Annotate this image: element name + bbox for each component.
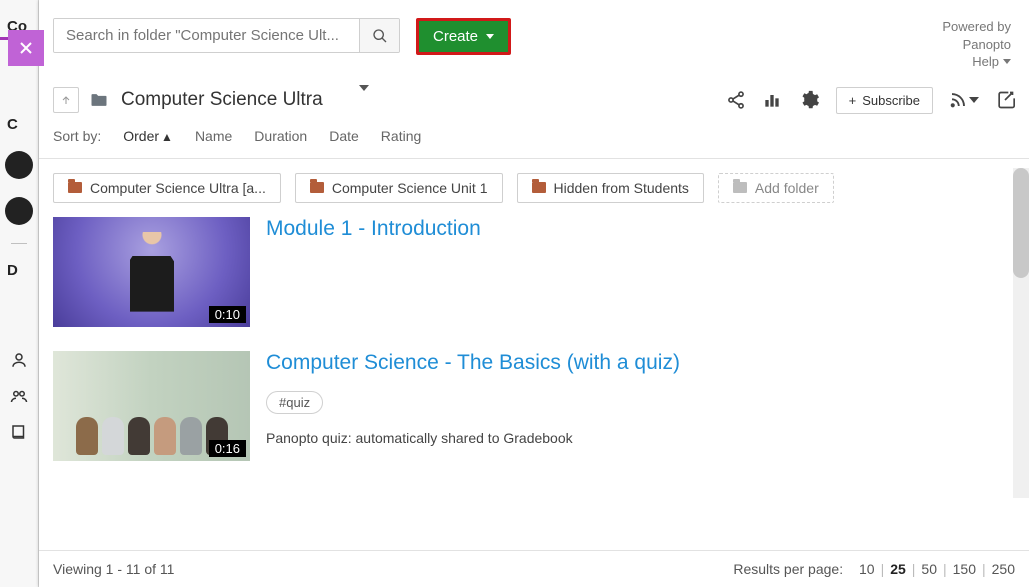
peek-avatar-2 <box>5 197 33 225</box>
sort-option-order[interactable]: Order▲ <box>123 128 173 144</box>
plus-icon: + <box>849 93 857 108</box>
peek-avatar-1 <box>5 151 33 179</box>
subfolder-chip[interactable]: Computer Science Ultra [a... <box>53 173 281 203</box>
sort-option-duration[interactable]: Duration <box>254 128 307 144</box>
rpp-option-10[interactable]: 10 <box>859 561 875 577</box>
rpp-option-250[interactable]: 250 <box>992 561 1015 577</box>
folder-icon <box>733 182 747 193</box>
peek-divider <box>11 243 27 244</box>
subfolder-chip[interactable]: Computer Science Unit 1 <box>295 173 503 203</box>
thumbnail-art <box>76 417 228 455</box>
folder-icon <box>310 182 324 193</box>
powered-by: Powered by Panopto Help <box>942 18 1015 71</box>
scrollbar[interactable] <box>1013 168 1029 498</box>
gear-icon[interactable] <box>798 89 820 111</box>
powered-line2: Panopto <box>942 36 1011 54</box>
up-folder-button[interactable] <box>53 87 79 113</box>
folder-icon <box>68 182 82 193</box>
group-icon <box>10 387 28 405</box>
peek-label-2: C <box>0 116 18 133</box>
sort-option-name[interactable]: Name <box>195 128 232 144</box>
share-icon[interactable] <box>726 90 746 110</box>
folder-icon <box>87 90 111 110</box>
background-sidebar: Co C D <box>0 0 39 587</box>
open-external-icon[interactable] <box>995 90 1015 110</box>
rss-menu[interactable] <box>949 91 979 109</box>
rss-icon <box>949 91 967 109</box>
subscribe-label: Subscribe <box>862 93 920 108</box>
search-icon <box>372 28 388 44</box>
breadcrumb-row: Computer Science Ultra + Subscribe <box>39 83 1029 122</box>
video-list[interactable]: 0:10 Module 1 - Introduction 0:16 Comput… <box>39 217 1029 551</box>
peek-label-3: D <box>0 262 18 279</box>
list-item: 0:16 Computer Science - The Basics (with… <box>53 351 1015 461</box>
video-title-link[interactable]: Module 1 - Introduction <box>266 217 1015 241</box>
video-title-link[interactable]: Computer Science - The Basics (with a qu… <box>266 351 1015 375</box>
rpp-option-150[interactable]: 150 <box>953 561 976 577</box>
close-panel-button[interactable] <box>8 30 44 66</box>
thumbnail-art <box>127 232 177 312</box>
chevron-down-icon <box>486 34 494 39</box>
folder-actions: + Subscribe <box>726 87 1015 114</box>
video-meta: Computer Science - The Basics (with a qu… <box>266 351 1015 461</box>
video-thumbnail[interactable]: 0:10 <box>53 217 250 327</box>
subfolder-chips: Computer Science Ultra [a... Computer Sc… <box>39 159 1029 217</box>
folder-dropdown[interactable] <box>359 91 369 109</box>
duration-badge: 0:16 <box>209 440 246 457</box>
video-meta: Module 1 - Introduction <box>266 217 1015 327</box>
subscribe-button[interactable]: + Subscribe <box>836 87 933 114</box>
top-bar: Create Powered by Panopto Help <box>39 0 1029 83</box>
help-menu[interactable]: Help <box>942 53 1011 71</box>
panopto-panel: Create Powered by Panopto Help Computer … <box>39 0 1029 587</box>
search-wrap <box>53 18 400 53</box>
chevron-down-icon <box>969 97 979 103</box>
person-icon <box>10 351 28 369</box>
rpp-option-25[interactable]: 25 <box>890 561 906 577</box>
create-button[interactable]: Create <box>419 21 508 52</box>
sort-option-date[interactable]: Date <box>329 128 359 144</box>
search-button[interactable] <box>359 19 399 52</box>
sort-row: Sort by: Order▲ Name Duration Date Ratin… <box>39 122 1029 159</box>
scrollbar-thumb[interactable] <box>1013 168 1029 278</box>
help-label: Help <box>972 53 999 71</box>
rpp-option-50[interactable]: 50 <box>921 561 937 577</box>
folder-title[interactable]: Computer Science Ultra <box>121 89 323 111</box>
sort-arrow-icon: ▲ <box>161 130 173 144</box>
list-item: 0:10 Module 1 - Introduction <box>53 217 1015 327</box>
duration-badge: 0:10 <box>209 306 246 323</box>
viewing-label: Viewing 1 - 11 of 11 <box>53 561 174 577</box>
sort-option-rating[interactable]: Rating <box>381 128 421 144</box>
create-label: Create <box>433 28 478 45</box>
chevron-down-icon <box>1003 59 1011 64</box>
stats-icon[interactable] <box>762 90 782 110</box>
folder-icon <box>532 182 546 193</box>
powered-line1: Powered by <box>942 18 1011 36</box>
chevron-down-icon <box>359 85 369 108</box>
subfolder-chip[interactable]: Hidden from Students <box>517 173 704 203</box>
search-input[interactable] <box>54 19 359 52</box>
book-icon <box>10 423 28 441</box>
add-folder-chip[interactable]: Add folder <box>718 173 834 203</box>
rpp-label: Results per page: <box>733 561 843 577</box>
list-footer: Viewing 1 - 11 of 11 Results per page: 1… <box>39 551 1029 587</box>
video-description: Panopto quiz: automatically shared to Gr… <box>266 430 1015 446</box>
create-highlight: Create <box>416 18 511 55</box>
sort-label: Sort by: <box>53 128 101 144</box>
video-tag[interactable]: #quiz <box>266 391 323 414</box>
results-per-page: Results per page: 10| 25| 50| 150| 250 <box>733 561 1015 577</box>
video-thumbnail[interactable]: 0:16 <box>53 351 250 461</box>
close-icon <box>18 40 34 56</box>
arrow-up-icon <box>60 94 72 106</box>
